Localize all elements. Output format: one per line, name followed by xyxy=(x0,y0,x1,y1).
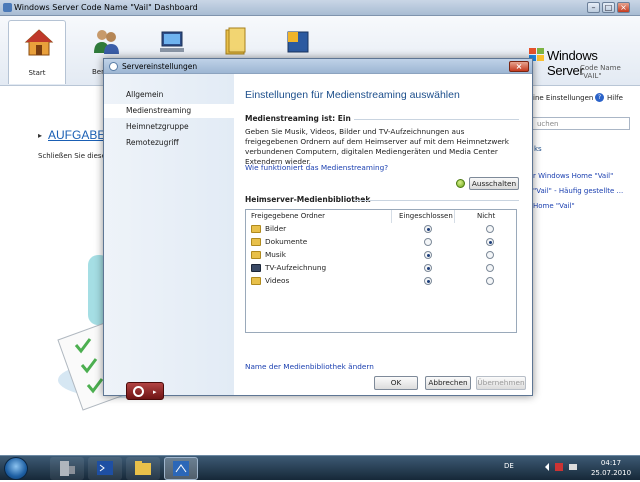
folder-name: Bilder xyxy=(265,224,287,233)
excluded-radio[interactable] xyxy=(486,264,494,272)
settings-content: Einstellungen für Medienstreaming auswäh… xyxy=(234,74,532,395)
table-row: Bilder xyxy=(246,223,516,235)
dialog-close-button[interactable]: × xyxy=(509,61,529,72)
tv-folder-icon xyxy=(251,264,261,272)
taskbar-server-manager[interactable] xyxy=(50,457,84,480)
folder-name: Musik xyxy=(265,250,286,259)
included-radio[interactable] xyxy=(424,238,432,246)
folder-icon xyxy=(225,27,246,55)
power-icon xyxy=(133,386,144,397)
column-separator xyxy=(454,210,455,223)
window-title: Windows Server Code Name "Vail" Dashboar… xyxy=(14,3,198,12)
help-link[interactable]: Hilfe xyxy=(607,94,623,102)
expand-arrow-icon: ▸ xyxy=(38,131,43,140)
excluded-radio[interactable] xyxy=(486,251,494,259)
nav-item-medienstreaming[interactable]: Medienstreaming xyxy=(104,104,234,118)
included-radio[interactable] xyxy=(424,277,432,285)
folder-icon xyxy=(251,238,261,246)
nav-item-allgemein[interactable]: Allgemein xyxy=(104,88,234,102)
tray-icons[interactable] xyxy=(543,461,583,473)
users-icon xyxy=(94,30,119,54)
language-indicator[interactable]: DE xyxy=(504,462,514,470)
how-it-works-link[interactable]: Wie funktioniert das Medienstreaming? xyxy=(245,163,388,172)
included-radio[interactable] xyxy=(424,251,432,259)
computer-icon xyxy=(160,31,184,52)
excluded-radio[interactable] xyxy=(486,238,494,246)
taskbar-dashboard[interactable] xyxy=(164,457,198,480)
powershell-icon xyxy=(97,461,113,475)
media-library-table: Freigegebene Ordner Eingeschlossen Nicht… xyxy=(245,209,517,333)
home-vail-link[interactable]: r Windows Home "Vail" xyxy=(533,172,613,180)
cancel-button[interactable]: Abbrechen xyxy=(425,376,471,390)
tab-start[interactable]: Start xyxy=(8,20,66,84)
dialog-icon xyxy=(109,62,118,71)
table-row: Dokumente xyxy=(246,236,516,248)
nav-item-heimnetzgruppe[interactable]: Heimnetzgruppe xyxy=(104,120,234,134)
windows-server-logo: Windows Server Code Name "VAIL" xyxy=(525,46,635,80)
folder-icon xyxy=(251,277,261,285)
clock-time: 04:17 xyxy=(600,459,622,467)
dialog-titlebar: Servereinstellungen × xyxy=(104,59,532,74)
addins-icon xyxy=(287,31,309,53)
library-header: Heimserver-Medienbibliothek xyxy=(245,195,371,204)
power-button[interactable]: ▸ xyxy=(126,382,164,400)
included-radio[interactable] xyxy=(424,264,432,272)
dialog-title: Servereinstellungen xyxy=(122,62,198,71)
divider xyxy=(354,200,519,201)
settings-link[interactable]: ine Einstellungen xyxy=(533,94,593,102)
folder-icon xyxy=(251,251,261,259)
included-radio[interactable] xyxy=(424,225,432,233)
excluded-radio[interactable] xyxy=(486,225,494,233)
clock-date: 25.07.2010 xyxy=(590,469,632,477)
excluded-radio[interactable] xyxy=(486,277,494,285)
folder-name: TV-Aufzeichnung xyxy=(265,263,327,272)
server-settings-dialog: Servereinstellungen × Allgemein Medienst… xyxy=(103,58,533,400)
app-icon xyxy=(3,3,12,12)
folder-name: Dokumente xyxy=(265,237,308,246)
home-vail-link-2[interactable]: Home "Vail" xyxy=(533,202,575,210)
server-manager-icon xyxy=(60,461,75,476)
page-title: Einstellungen für Medienstreaming auswäh… xyxy=(245,89,460,101)
clock[interactable]: 04:17 25.07.2010 xyxy=(588,458,634,478)
status-on-icon xyxy=(456,179,465,188)
column-header-included[interactable]: Eingeschlossen xyxy=(399,212,453,220)
description-text: Geben Sie Musik, Videos, Bilder und TV-A… xyxy=(245,127,510,166)
start-button[interactable] xyxy=(4,457,28,480)
right-panel: ine Einstellungen ? Hilfe ks r Windows H… xyxy=(530,87,640,455)
table-row: TV-Aufzeichnung xyxy=(246,262,516,274)
window-titlebar: Windows Server Code Name "Vail" Dashboar… xyxy=(0,0,640,16)
folder-icon xyxy=(251,225,261,233)
status-header: Medienstreaming ist: Ein xyxy=(245,114,351,123)
explorer-icon xyxy=(135,461,151,475)
settings-nav: Allgemein Medienstreaming Heimnetzgruppe… xyxy=(104,74,234,400)
logo-subtext: Code Name "VAIL" xyxy=(580,64,621,80)
column-separator xyxy=(391,210,392,223)
taskbar-powershell[interactable] xyxy=(88,457,122,480)
folder-name: Videos xyxy=(265,276,290,285)
nav-item-remotezugriff[interactable]: Remotezugriff xyxy=(104,136,234,150)
help-icon[interactable]: ? xyxy=(595,93,604,102)
links-header: ks xyxy=(534,145,542,153)
search-input[interactable]: uchen xyxy=(530,117,630,130)
column-header-folders[interactable]: Freigegebene Ordner xyxy=(251,212,325,220)
faq-link[interactable]: "Vail" - Häufig gestellte ... xyxy=(533,187,623,195)
rename-library-link[interactable]: Name der Medienbibliothek ändern xyxy=(245,362,374,371)
home-icon xyxy=(24,29,54,56)
turn-off-button[interactable]: Ausschalten xyxy=(469,177,519,190)
close-button[interactable]: × xyxy=(617,2,630,13)
dropdown-arrow-icon: ▸ xyxy=(153,388,157,396)
table-row: Musik xyxy=(246,249,516,261)
aufgaben-description: Schließen Sie diese A xyxy=(38,152,113,160)
table-row: Videos xyxy=(246,275,516,287)
tab-start-label: Start xyxy=(28,69,46,77)
minimize-button[interactable]: – xyxy=(587,2,600,13)
dashboard-icon xyxy=(173,461,189,476)
ok-button[interactable]: OK xyxy=(374,376,418,390)
taskbar-explorer[interactable] xyxy=(126,457,160,480)
maximize-button[interactable]: □ xyxy=(602,2,615,13)
apply-button[interactable]: Übernehmen xyxy=(476,376,526,390)
search-placeholder: uchen xyxy=(537,120,559,128)
divider xyxy=(354,119,519,120)
column-header-not[interactable]: Nicht xyxy=(477,212,495,220)
